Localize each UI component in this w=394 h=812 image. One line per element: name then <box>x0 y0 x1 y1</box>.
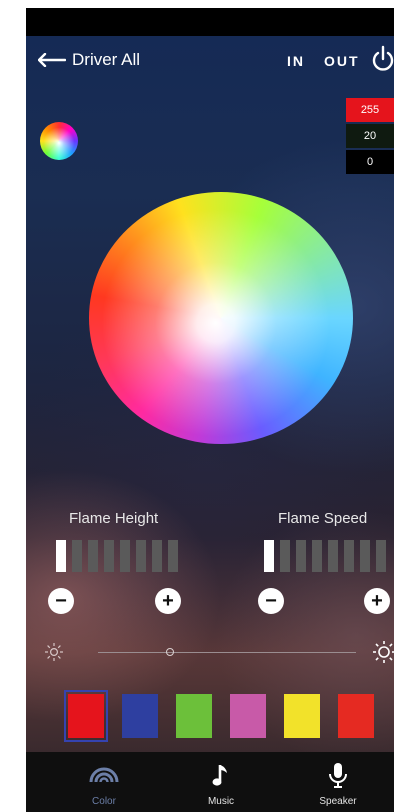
flame-height-minus-button[interactable]: − <box>48 588 74 614</box>
rainbow-icon <box>88 762 120 789</box>
red-value: 255 <box>346 98 394 122</box>
slider-segment[interactable] <box>264 540 274 572</box>
tab-bar: Color Music Speaker <box>26 752 394 812</box>
color-preset-swatch[interactable] <box>338 694 374 738</box>
back-button[interactable]: Driver All <box>38 50 140 70</box>
slider-segment[interactable] <box>328 540 338 572</box>
flame-speed-label: Flame Speed <box>278 510 368 527</box>
microphone-icon <box>328 762 348 795</box>
flame-height-plus-button[interactable]: + <box>155 588 181 614</box>
slider-segment[interactable] <box>376 540 386 572</box>
rgb-readout: 255 20 0 <box>346 98 394 176</box>
color-presets <box>26 690 394 742</box>
arrow-left-icon <box>38 53 66 67</box>
slider-segment[interactable] <box>312 540 322 572</box>
slider-segment[interactable] <box>56 540 66 572</box>
tab-speaker-label: Speaker <box>319 796 357 807</box>
slider-segment[interactable] <box>88 540 98 572</box>
header: Driver All IN OUT <box>26 36 394 86</box>
flame-speed-minus-button[interactable]: − <box>258 588 284 614</box>
flame-height-label: Flame Height <box>69 510 159 527</box>
blue-value: 0 <box>346 150 394 174</box>
tab-speaker[interactable]: Speaker <box>293 752 383 812</box>
slider-segment[interactable] <box>72 540 82 572</box>
flame-speed-slider[interactable] <box>264 540 386 572</box>
flame-speed-plus-button[interactable]: + <box>364 588 390 614</box>
brightness-thumb[interactable] <box>166 648 175 656</box>
tab-music-label: Music <box>207 796 235 807</box>
back-label: Driver All <box>72 50 141 69</box>
slider-segment[interactable] <box>280 540 290 572</box>
brightness-slider[interactable] <box>26 638 394 668</box>
slider-segment[interactable] <box>136 540 146 572</box>
power-icon[interactable] <box>372 44 394 79</box>
app-screen: Driver All IN OUT 255 20 0 Flame Height … <box>26 8 394 812</box>
music-note-icon <box>210 762 232 793</box>
color-preset-swatch[interactable] <box>230 694 266 738</box>
color-preset-swatch[interactable] <box>122 694 158 738</box>
out-button[interactable]: OUT <box>324 53 360 69</box>
brightness-track <box>98 652 356 653</box>
tab-music[interactable]: Music <box>176 752 266 812</box>
status-bar <box>26 8 394 36</box>
slider-segment[interactable] <box>152 540 162 572</box>
slider-segment[interactable] <box>296 540 306 572</box>
color-preset-swatch[interactable] <box>176 694 212 738</box>
color-preset-swatch[interactable] <box>284 694 320 738</box>
slider-segment[interactable] <box>344 540 354 572</box>
color-preset-swatch[interactable] <box>64 690 108 742</box>
color-preview-icon[interactable] <box>40 122 78 160</box>
slider-segment[interactable] <box>120 540 130 572</box>
in-button[interactable]: IN <box>287 53 305 69</box>
sun-bright-icon <box>372 638 394 671</box>
color-wheel[interactable] <box>89 192 353 444</box>
sun-dim-icon <box>44 638 64 671</box>
tab-color-label: Color <box>92 796 116 807</box>
flame-height-slider[interactable] <box>56 540 178 572</box>
slider-segment[interactable] <box>104 540 114 572</box>
green-value: 20 <box>346 124 394 148</box>
slider-segment[interactable] <box>360 540 370 572</box>
slider-segment[interactable] <box>168 540 178 572</box>
tab-color[interactable]: Color <box>59 752 149 812</box>
